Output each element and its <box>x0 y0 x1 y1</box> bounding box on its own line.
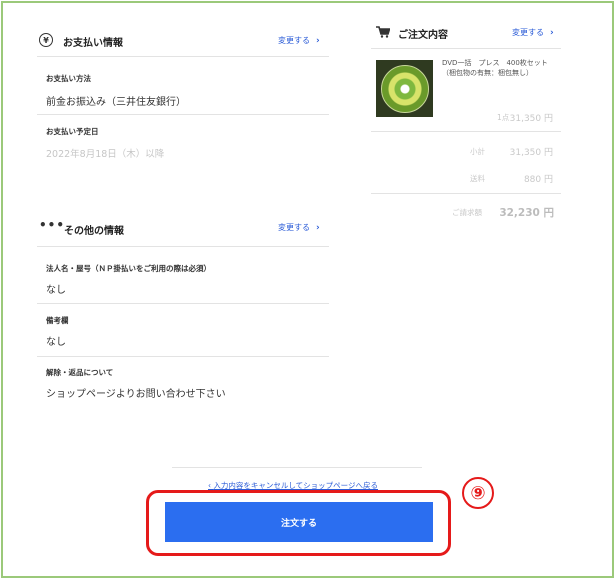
item-price: 31,350 円 <box>509 114 553 124</box>
payment-due-value: 2022年8月18日（木）以降 <box>46 149 165 160</box>
divider <box>37 356 329 357</box>
total-value: 32,230 円 <box>499 207 554 219</box>
payment-method-value: 前金お振込み（三井住友銀行） <box>46 97 186 108</box>
payment-section-title: お支払い情報 <box>63 38 123 49</box>
yen-icon: ¥ <box>39 33 53 47</box>
chevron-right-icon: › <box>316 222 320 233</box>
shipping-value: 880 円 <box>523 175 553 185</box>
subtotal-value: 31,350 円 <box>509 148 553 158</box>
order-section-title: ご注文内容 <box>398 30 448 41</box>
corp-name-label: 法人名・屋号（ＮＰ掛払いをご利用の際は必須） <box>46 264 211 273</box>
order-change-link[interactable]: 変更する › <box>512 27 554 38</box>
dvd-disc-image <box>380 64 429 113</box>
divider <box>371 193 561 194</box>
divider <box>37 246 329 247</box>
cancel-return-label: 入力内容をキャンセルしてショップページへ戻る <box>213 481 379 490</box>
payment-change-label: 変更する <box>278 36 310 45</box>
place-order-button[interactable]: 注文する <box>165 502 433 542</box>
payment-method-label: お支払い方法 <box>46 74 91 83</box>
divider <box>371 131 561 132</box>
chevron-right-icon: › <box>550 27 554 38</box>
order-change-label: 変更する <box>512 28 544 37</box>
cart-icon <box>376 26 390 38</box>
return-policy-label: 解除・返品について <box>46 368 114 377</box>
notes-label: 備考欄 <box>46 316 69 325</box>
other-section-title: その他の情報 <box>64 226 124 237</box>
return-policy-value: ショップページよりお問い合わせ下さい <box>46 389 226 400</box>
corp-name-value: なし <box>46 285 66 296</box>
product-image <box>376 60 433 117</box>
total-label: ご請求額 <box>452 208 482 217</box>
other-change-link[interactable]: 変更する › <box>278 222 320 233</box>
step-number-badge: ⑨ <box>462 477 494 509</box>
shipping-label: 送料 <box>470 174 485 183</box>
other-change-label: 変更する <box>278 223 310 232</box>
payment-change-link[interactable]: 変更する › <box>278 35 320 46</box>
divider <box>37 114 329 115</box>
divider <box>371 48 561 49</box>
chevron-right-icon: › <box>316 35 320 46</box>
subtotal-label: 小計 <box>470 147 485 156</box>
payment-due-label: お支払い予定日 <box>46 127 99 136</box>
divider <box>37 56 329 57</box>
divider <box>37 303 329 304</box>
divider <box>172 467 422 468</box>
more-dots-icon: ••• <box>39 218 66 232</box>
notes-value: なし <box>46 337 66 348</box>
product-name: DVD一括 プレス 400枚セット（梱包物の有無：梱包無し） <box>442 59 548 77</box>
